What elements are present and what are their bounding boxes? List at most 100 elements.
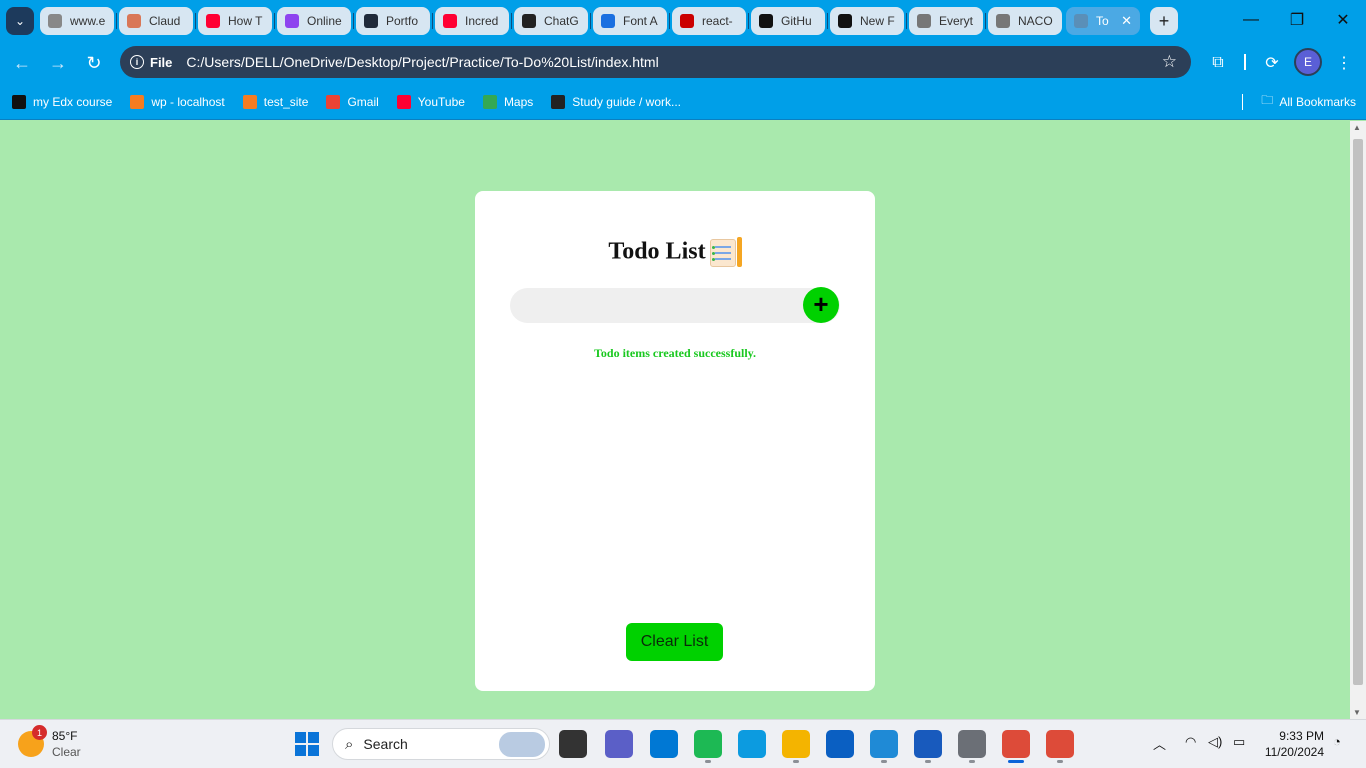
bookmark-label: my Edx course: [33, 94, 113, 109]
folder-icon: 🗀: [1261, 93, 1274, 107]
close-icon: ✕: [1336, 12, 1350, 29]
chrome-profile-icon[interactable]: [1046, 730, 1074, 758]
skype-icon[interactable]: [650, 730, 678, 758]
taskbar-search[interactable]: ⌕ Search: [332, 728, 550, 760]
bookmark-star-icon[interactable]: ☆: [1162, 52, 1177, 72]
tab-separator: [432, 13, 433, 29]
scrollbar-thumb[interactable]: [1353, 139, 1363, 685]
todo-input[interactable]: [524, 288, 794, 323]
word-icon[interactable]: [914, 730, 942, 758]
vscode-icon[interactable]: [870, 730, 898, 758]
tab-strip: ⌄ www.e Claud How T Online Portfo Incred ChatG…: [0, 0, 1366, 42]
taskbar-search-label: Search: [363, 736, 408, 752]
new-tab-button[interactable]: +: [1150, 7, 1178, 35]
page-scrollbar[interactable]: ▲ ▼: [1350, 121, 1366, 719]
running-indicator: [705, 760, 711, 763]
settings-icon[interactable]: [958, 730, 986, 758]
react-icon: [364, 14, 378, 28]
bookmark-item[interactable]: test_site: [242, 94, 308, 109]
running-indicator: [1057, 760, 1063, 763]
browser-tab[interactable]: react-: [672, 7, 746, 35]
bookmark-item[interactable]: Study guide / work...: [551, 94, 681, 109]
volume-icon[interactable]: ◁): [1208, 734, 1222, 750]
browser-tab[interactable]: Portfo: [356, 7, 430, 35]
browser-tab[interactable]: www.e: [40, 7, 114, 35]
bookmark-item[interactable]: YouTube: [396, 94, 465, 109]
chevron-up-icon[interactable]: ︿: [1153, 734, 1166, 753]
reload-icon: ↻: [86, 52, 102, 73]
bookmark-item[interactable]: Gmail: [326, 94, 379, 109]
browser-tab[interactable]: ChatG: [514, 7, 588, 35]
tab-label: To: [1096, 14, 1109, 28]
store-icon[interactable]: [826, 730, 854, 758]
bookmark-label: Gmail: [347, 94, 379, 109]
all-bookmarks-button[interactable]: 🗀 All Bookmarks: [1242, 91, 1356, 112]
browser-tab[interactable]: New F: [830, 7, 904, 35]
browser-tab[interactable]: Online: [277, 7, 351, 35]
forward-button[interactable]: →: [40, 45, 76, 81]
address-bar[interactable]: i File C:/Users/DELL/OneDrive/Desktop/Pr…: [120, 46, 1191, 78]
bookmarks-divider: [1242, 93, 1244, 110]
tab-label: Everyt: [939, 14, 974, 28]
running-indicator: [881, 760, 887, 763]
scroll-up-arrow-icon[interactable]: ▲: [1353, 123, 1361, 132]
scroll-down-arrow-icon[interactable]: ▼: [1353, 708, 1361, 717]
bookmark-list: my Edx course wp - localhost test_site Gmai…: [0, 94, 687, 109]
all-bookmarks-label: All Bookmarks: [1279, 94, 1356, 109]
taskbar-clock[interactable]: 9:33 PM 11/20/2024: [1258, 728, 1324, 760]
claude-icon: [127, 14, 141, 28]
arrow-left-icon: ←: [13, 52, 31, 73]
browser-tab[interactable]: GitHu: [751, 7, 825, 35]
xampp-icon: [242, 94, 257, 109]
restore-button[interactable]: ❐: [1274, 0, 1320, 40]
profile-avatar[interactable]: E: [1294, 48, 1322, 76]
task-view-icon[interactable]: [559, 730, 587, 758]
teams-icon[interactable]: [605, 730, 633, 758]
weather-temp: 85°F: [52, 729, 78, 743]
url-text[interactable]: C:/Users/DELL/OneDrive/Desktop/Project/P…: [186, 54, 658, 70]
close-window-button[interactable]: ✕: [1320, 0, 1366, 40]
edge-icon[interactable]: [738, 730, 766, 758]
chrome-icon[interactable]: [1002, 730, 1030, 758]
clock-time: 9:33 PM: [1279, 729, 1324, 743]
menu-kebab-icon[interactable]: ⋮: [1331, 50, 1357, 76]
browser-tab[interactable]: Incred: [435, 7, 509, 35]
site-info-chip[interactable]: i File: [130, 55, 172, 70]
bookmark-item[interactable]: wp - localhost: [130, 94, 225, 109]
notification-badge: 1: [32, 725, 47, 740]
tab-search-button[interactable]: ⌄: [6, 7, 34, 35]
bookmark-item[interactable]: my Edx course: [12, 94, 113, 109]
back-button[interactable]: ←: [4, 45, 40, 81]
browser-tab[interactable]: Everyt: [909, 7, 983, 35]
weather-icon: 1: [18, 725, 47, 757]
file-explorer-icon[interactable]: [782, 730, 810, 758]
tab-label: ChatG: [544, 14, 579, 28]
browser-tab[interactable]: Claud: [119, 7, 193, 35]
battery-icon[interactable]: ▭: [1233, 734, 1245, 750]
browser-tab[interactable]: To ✕: [1066, 7, 1140, 35]
spotify-icon[interactable]: [694, 730, 722, 758]
npm-icon: [680, 14, 694, 28]
reload-button[interactable]: ↻: [76, 45, 112, 81]
maps-icon: [482, 94, 497, 109]
clear-list-button[interactable]: Clear List: [626, 623, 723, 661]
add-todo-button[interactable]: +: [803, 287, 839, 323]
browser-tab[interactable]: NACO: [988, 7, 1062, 35]
windows-start-icon[interactable]: [295, 732, 319, 756]
extensions-icon[interactable]: ⧉: [1205, 50, 1231, 76]
browser-tab[interactable]: How T: [198, 7, 272, 35]
running-indicator: [793, 760, 799, 763]
close-tab-icon[interactable]: ✕: [1121, 13, 1132, 29]
sync-icon[interactable]: ⟳: [1259, 50, 1285, 76]
youtube-icon: [396, 94, 411, 109]
notification-bell-icon[interactable]: ◔: [1333, 734, 1341, 749]
browser-tab[interactable]: Font A: [593, 7, 667, 35]
tab-label: New F: [860, 14, 895, 28]
wifi-icon[interactable]: ◠: [1185, 734, 1196, 750]
github-icon: [759, 14, 773, 28]
bookmark-item[interactable]: Maps: [482, 94, 533, 109]
tab-separator: [827, 13, 828, 29]
minimize-button[interactable]: —: [1228, 0, 1274, 40]
notepad-icon: [708, 237, 742, 269]
weather-widget[interactable]: 1 85°F Clear: [18, 725, 81, 760]
